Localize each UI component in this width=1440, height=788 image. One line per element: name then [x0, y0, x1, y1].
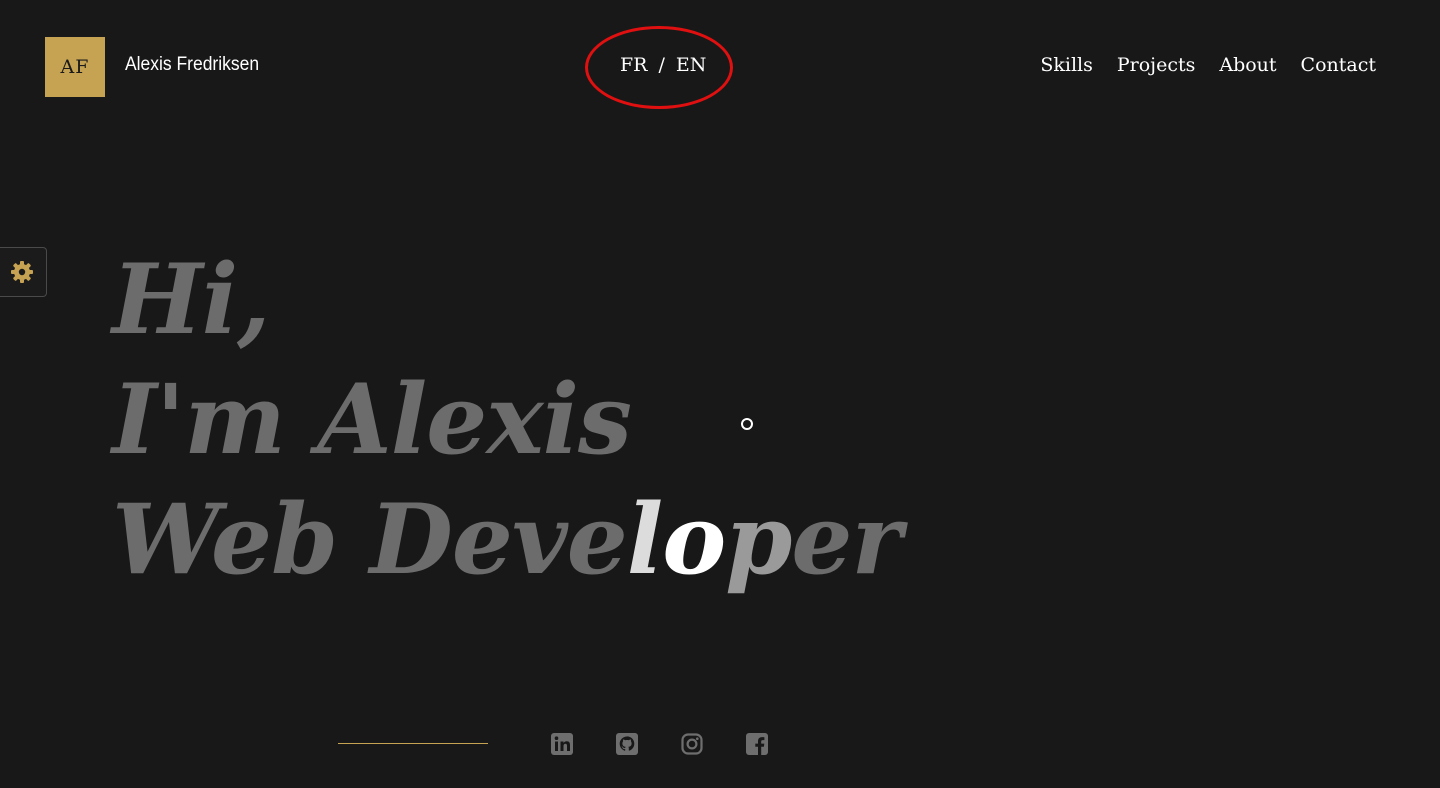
facebook-link[interactable]	[746, 733, 768, 755]
main-nav: Skills Projects About Contact	[1040, 54, 1376, 76]
github-link[interactable]	[616, 733, 638, 755]
facebook-icon	[746, 733, 768, 755]
nav-about[interactable]: About	[1219, 54, 1276, 76]
hero-title: Web Developer	[112, 480, 902, 600]
hero-intro: I'm Alexis	[112, 363, 632, 476]
page: AF Alexis Fredriksen FR / EN Skills Proj…	[0, 0, 1440, 788]
brand-name[interactable]: Alexis Fredriksen	[125, 54, 259, 76]
nav-contact[interactable]: Contact	[1301, 54, 1376, 76]
hero-greeting: Hi,	[112, 243, 271, 356]
decorative-line	[338, 743, 488, 744]
logo-badge[interactable]: AF	[45, 37, 105, 97]
language-switcher: FR / EN	[620, 54, 706, 76]
language-fr[interactable]: FR	[620, 54, 648, 76]
instagram-icon	[681, 733, 703, 755]
linkedin-link[interactable]	[551, 733, 573, 755]
instagram-link[interactable]	[681, 733, 703, 755]
hero-title-highlight: o	[662, 483, 726, 596]
nav-skills[interactable]: Skills	[1040, 54, 1093, 76]
hero-heading: Hi, I'm Alexis Web Developer	[112, 240, 902, 600]
nav-projects[interactable]: Projects	[1117, 54, 1195, 76]
logo-initials: AF	[60, 56, 90, 78]
settings-button[interactable]	[0, 247, 47, 297]
github-icon	[616, 733, 638, 755]
hero-title-highlight: l	[626, 483, 663, 596]
social-links	[551, 733, 768, 755]
gear-icon	[10, 260, 34, 284]
custom-cursor	[741, 418, 753, 430]
linkedin-icon	[551, 733, 573, 755]
language-en[interactable]: EN	[676, 54, 707, 76]
hero-title-end: er	[791, 483, 902, 596]
hero-title-start: Web Deve	[112, 483, 628, 596]
language-separator: /	[658, 54, 665, 76]
hero-title-highlight: p	[725, 483, 792, 596]
